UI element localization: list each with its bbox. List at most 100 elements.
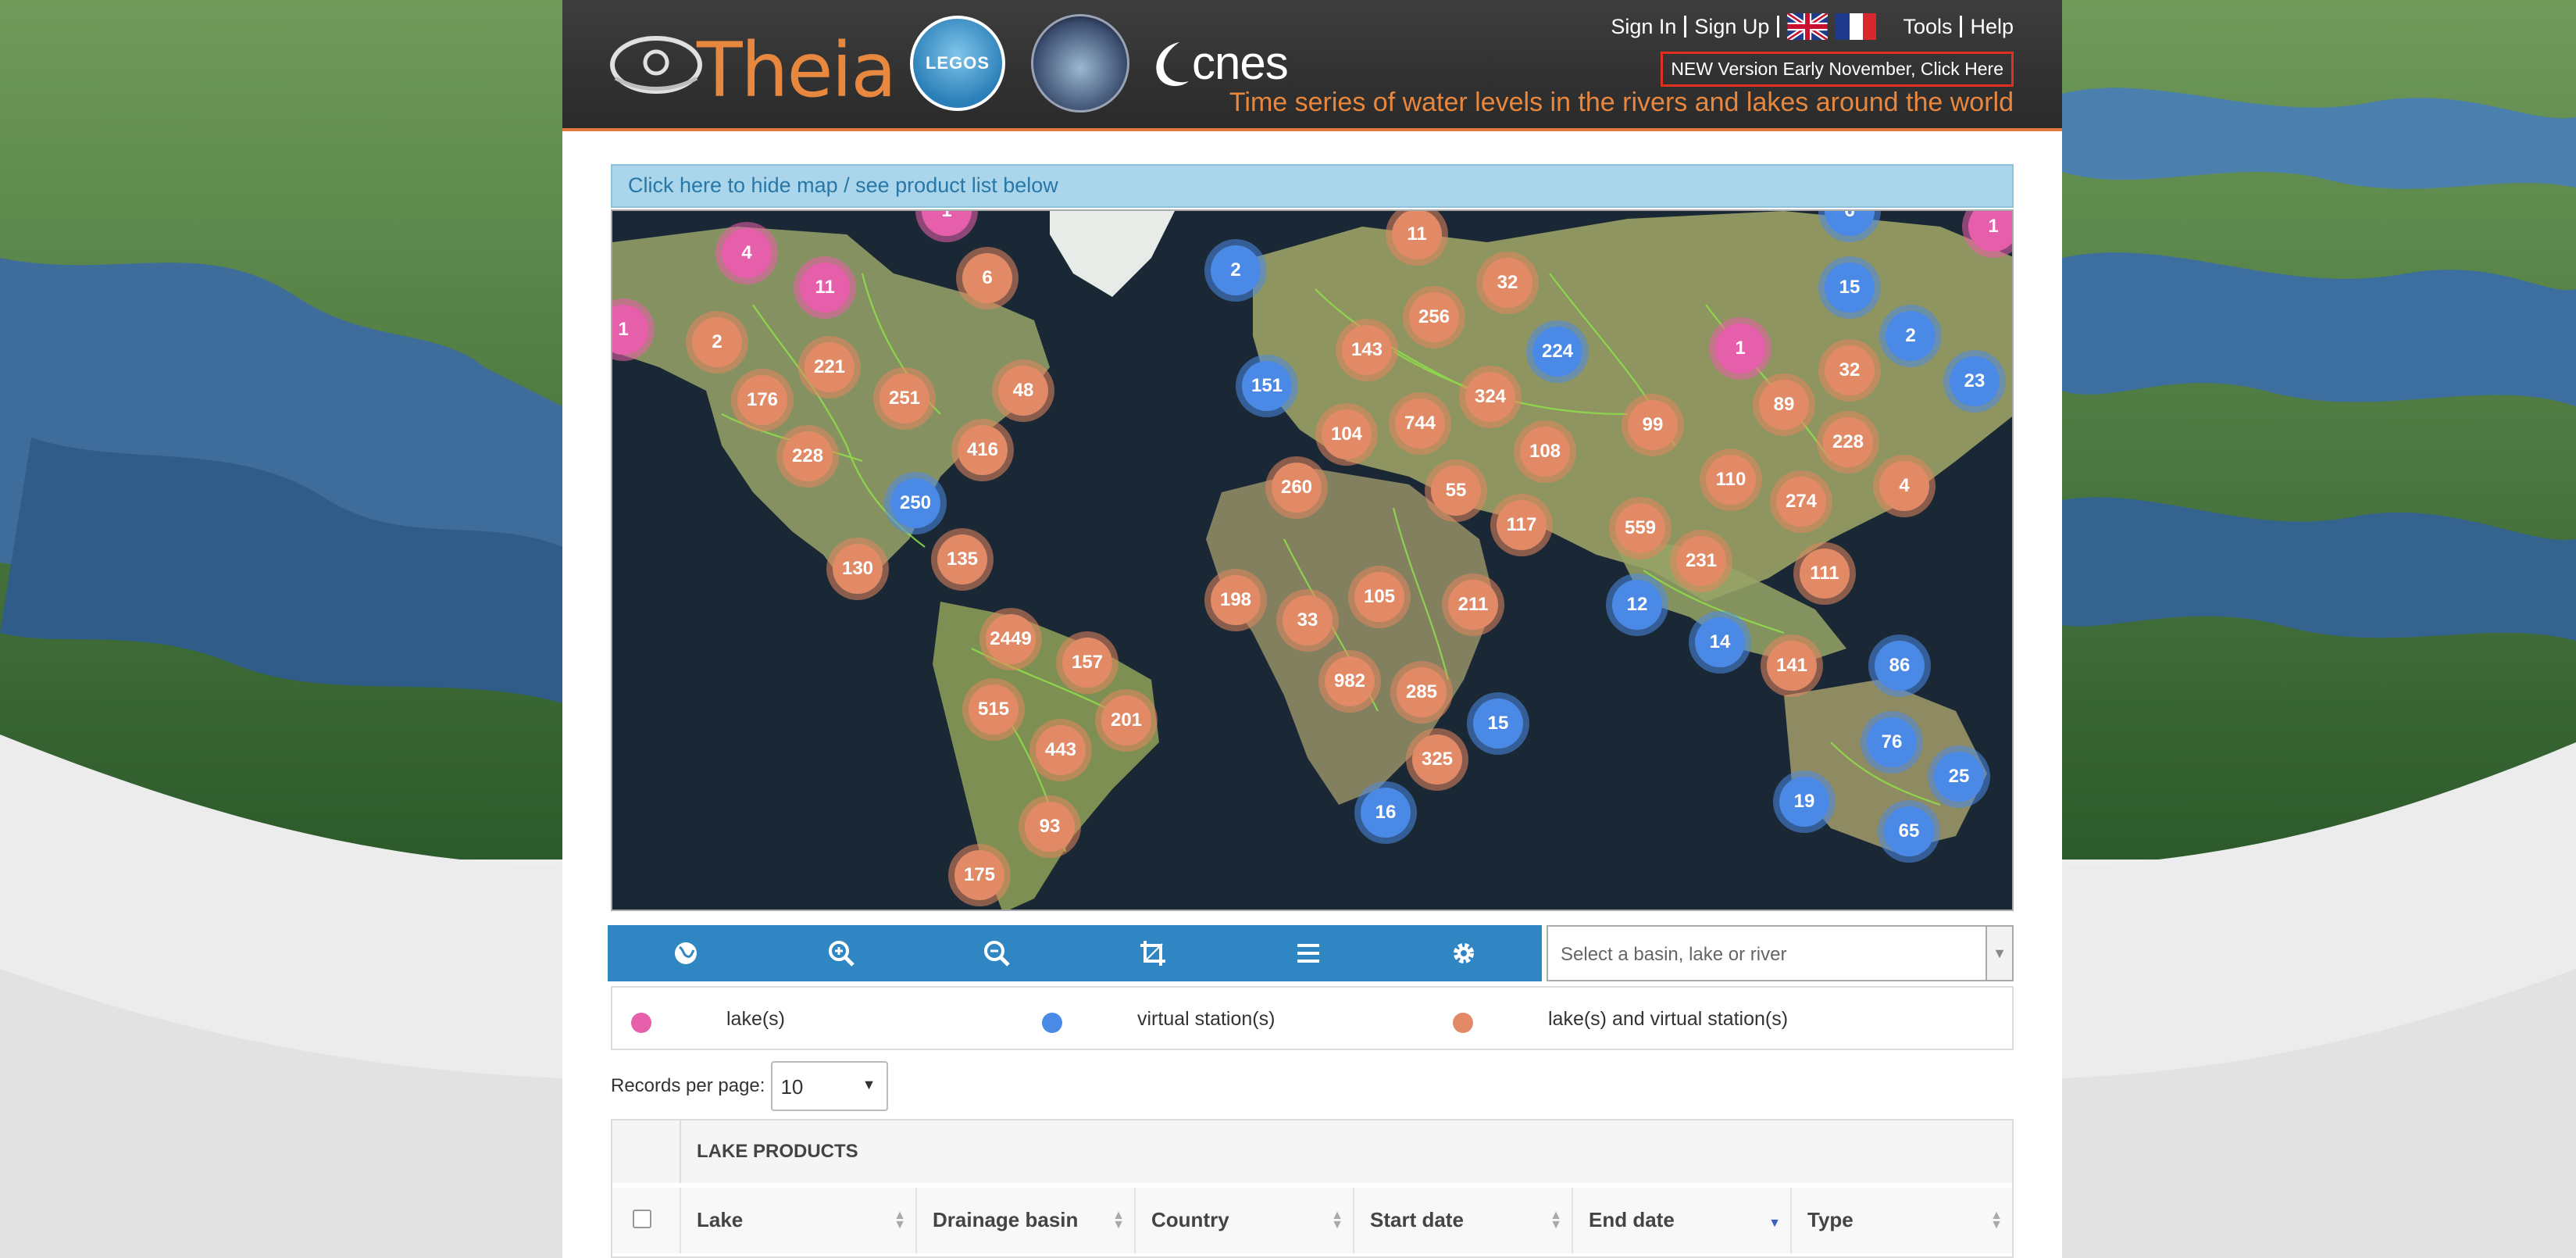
cluster-marker-orange[interactable]: 117 — [1490, 494, 1553, 556]
cluster-marker-orange[interactable]: 111 — [1793, 542, 1856, 605]
crop-icon[interactable] — [1075, 925, 1230, 981]
cluster-marker-blue[interactable]: 76 — [1861, 711, 1923, 774]
cluster-marker-orange[interactable]: 33 — [1276, 589, 1339, 652]
cluster-marker-orange[interactable]: 982 — [1318, 650, 1381, 713]
cluster-marker-orange[interactable]: 2 — [686, 311, 748, 373]
cluster-marker-orange[interactable]: 231 — [1670, 530, 1732, 592]
cluster-marker-orange[interactable]: 157 — [1056, 631, 1119, 694]
cluster-marker-blue[interactable]: 16 — [1354, 781, 1417, 844]
cluster-marker-orange[interactable]: 99 — [1622, 394, 1684, 456]
cluster-marker-orange[interactable]: 176 — [731, 369, 794, 431]
cluster-marker-blue[interactable]: 2 — [1204, 239, 1267, 302]
col-start-date[interactable]: Start date ▲ ▼ — [1354, 1188, 1573, 1253]
cluster-marker-blue[interactable]: 19 — [1773, 770, 1836, 833]
fr-flag-icon[interactable] — [1836, 13, 1877, 40]
cluster-marker-orange[interactable]: 324 — [1459, 366, 1522, 428]
cluster-marker-orange[interactable]: 141 — [1761, 634, 1823, 697]
cluster-marker-orange[interactable]: 4 — [1873, 455, 1936, 517]
map-toggle-bar[interactable]: Click here to hide map / see product lis… — [611, 164, 2014, 208]
cluster-marker-orange[interactable]: 93 — [1019, 795, 1081, 858]
cluster-marker-orange[interactable]: 32 — [1476, 252, 1539, 314]
cluster-marker-orange[interactable]: 211 — [1442, 574, 1504, 636]
col-country[interactable]: Country ▲ ▼ — [1136, 1188, 1354, 1253]
cluster-marker-orange[interactable]: 2449 — [979, 608, 1042, 670]
cluster-marker-orange[interactable]: 260 — [1265, 456, 1328, 519]
globe-icon[interactable] — [608, 925, 763, 981]
zoom-out-icon[interactable] — [919, 925, 1075, 981]
cluster-marker-orange[interactable]: 55 — [1425, 459, 1487, 522]
cluster-marker-orange[interactable]: 416 — [951, 419, 1014, 481]
cluster-marker-pink[interactable]: 11 — [794, 256, 856, 319]
chevron-down-icon[interactable]: ▼ — [1986, 927, 2012, 980]
cluster-marker-orange[interactable]: 274 — [1770, 470, 1832, 533]
cluster-marker-orange[interactable]: 48 — [992, 359, 1054, 422]
cluster-marker-orange[interactable]: 201 — [1095, 689, 1158, 752]
new-version-link[interactable]: NEW Version Early November, Click Here — [1661, 52, 2014, 87]
col-lake[interactable]: Lake ▲ ▼ — [681, 1188, 917, 1253]
cluster-marker-orange[interactable]: 285 — [1390, 661, 1453, 724]
cnes-logo[interactable]: cnes — [1148, 37, 1312, 92]
cluster-marker-blue[interactable]: 15 — [1467, 692, 1529, 755]
cluster-marker-pink[interactable]: 4 — [715, 222, 778, 284]
records-value: 10 — [780, 1075, 804, 1099]
cluster-marker-orange[interactable]: 443 — [1029, 719, 1092, 781]
uk-flag-icon[interactable] — [1787, 13, 1829, 40]
cluster-marker-blue[interactable]: 25 — [1928, 745, 1990, 808]
cluster-marker-pink[interactable]: 1 — [1709, 317, 1771, 380]
cluster-count: 1 — [1715, 323, 1765, 373]
cluster-count: 515 — [969, 684, 1019, 734]
cluster-marker-orange[interactable]: 198 — [1204, 569, 1267, 631]
cluster-count: 260 — [1272, 463, 1322, 513]
cluster-marker-orange[interactable]: 515 — [962, 678, 1025, 741]
cluster-marker-orange[interactable]: 325 — [1406, 728, 1468, 791]
cluster-marker-blue[interactable]: 23 — [1943, 350, 2006, 413]
records-select[interactable]: 10 ▼ — [771, 1061, 889, 1111]
cluster-marker-orange[interactable]: 221 — [798, 336, 861, 398]
cluster-marker-blue[interactable]: 15 — [1818, 256, 1881, 319]
cluster-marker-blue[interactable]: 65 — [1878, 800, 1940, 863]
tools-link[interactable]: Tools — [1903, 15, 1952, 39]
cluster-marker-orange[interactable]: 130 — [826, 538, 889, 600]
col-drainage-basin[interactable]: Drainage basin ▲ ▼ — [917, 1188, 1136, 1253]
col-type[interactable]: Type ▲ ▼ — [1792, 1188, 2012, 1253]
cluster-marker-orange[interactable]: 108 — [1514, 420, 1576, 483]
sign-up-link[interactable]: Sign Up — [1694, 15, 1769, 39]
cluster-marker-blue[interactable]: 14 — [1689, 611, 1751, 674]
cluster-marker-orange[interactable]: 32 — [1818, 339, 1881, 402]
cluster-count: 93 — [1025, 802, 1075, 852]
cluster-marker-orange[interactable]: 104 — [1315, 403, 1378, 466]
cluster-marker-orange[interactable]: 143 — [1336, 319, 1398, 381]
cluster-marker-orange[interactable]: 175 — [948, 844, 1011, 906]
cluster-marker-blue[interactable]: 151 — [1236, 355, 1298, 417]
cluster-marker-orange[interactable]: 89 — [1753, 373, 1815, 436]
select-all-checkbox[interactable] — [633, 1210, 651, 1228]
cluster-marker-orange[interactable]: 105 — [1348, 566, 1411, 628]
world-map[interactable]: 1 4 11 1 6 2 176 221 251 48 228 416 250 130 135 2449 157… — [611, 209, 2014, 911]
theia-logo[interactable]: Theia — [609, 23, 906, 114]
cluster-marker-orange[interactable]: 559 — [1609, 497, 1672, 559]
cluster-marker-orange[interactable]: 110 — [1700, 449, 1762, 511]
list-icon[interactable] — [1230, 925, 1386, 981]
cluster-marker-orange[interactable]: 744 — [1389, 392, 1451, 455]
cluster-marker-orange[interactable]: 6 — [956, 247, 1019, 309]
cluster-marker-orange[interactable]: 135 — [931, 528, 994, 591]
cluster-marker-orange[interactable]: 228 — [1817, 411, 1879, 474]
cluster-marker-orange[interactable]: 251 — [873, 367, 936, 430]
legos-logo[interactable]: LEGOS — [910, 16, 1005, 111]
cluster-marker-blue[interactable]: 86 — [1868, 634, 1931, 697]
hydroweb-logo[interactable] — [1031, 14, 1129, 113]
select-all-cell — [612, 1188, 681, 1253]
cluster-marker-blue[interactable]: 12 — [1606, 574, 1668, 636]
zoom-in-icon[interactable] — [763, 925, 919, 981]
cluster-marker-orange[interactable]: 256 — [1403, 286, 1465, 348]
help-link[interactable]: Help — [1970, 15, 2014, 39]
basin-select[interactable]: Select a basin, lake or river ▼ — [1547, 925, 2014, 981]
cluster-marker-blue[interactable]: 224 — [1526, 320, 1589, 383]
cluster-marker-blue[interactable]: 2 — [1879, 305, 1942, 367]
cluster-marker-orange[interactable]: 228 — [776, 425, 839, 488]
gear-icon[interactable] — [1386, 925, 1542, 981]
col-end-date[interactable]: End date ▼ — [1573, 1188, 1792, 1253]
cluster-count: 19 — [1779, 777, 1829, 827]
sign-in-link[interactable]: Sign In — [1611, 15, 1676, 39]
cluster-marker-blue[interactable]: 250 — [884, 472, 947, 534]
